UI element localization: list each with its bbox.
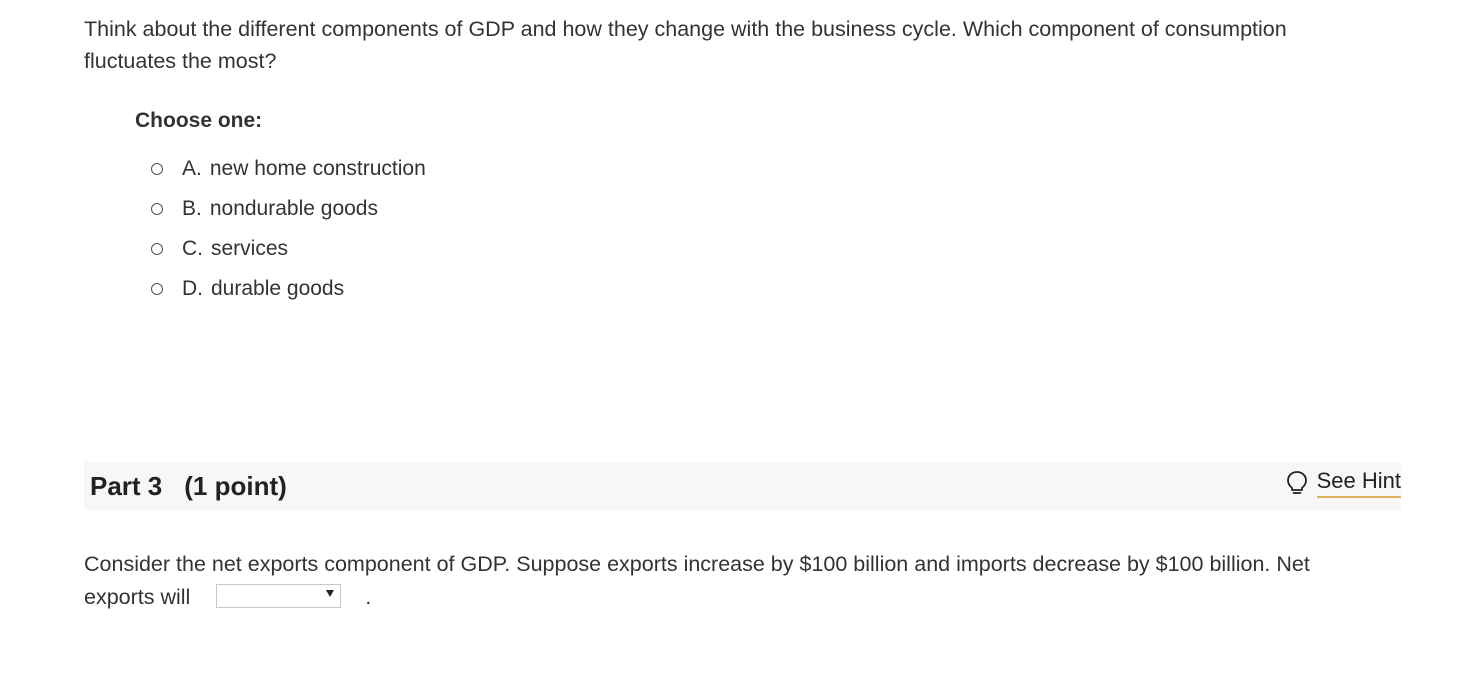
sentence-period: . xyxy=(365,585,372,609)
part-points: (1 point) xyxy=(184,471,287,501)
lightbulb-icon xyxy=(1286,471,1307,494)
option-letter: D. xyxy=(182,277,203,300)
option-letter: B. xyxy=(182,197,202,220)
option-label: nondurable goods xyxy=(209,197,378,220)
dropdown-arrow-icon xyxy=(326,590,335,598)
radio-button-a[interactable] xyxy=(151,163,163,175)
radio-button-c[interactable] xyxy=(151,243,163,255)
net-exports-dropdown[interactable] xyxy=(216,584,342,609)
net-exports-question: Consider the net exports component of GD… xyxy=(84,548,1384,614)
see-hint-label[interactable]: See Hint xyxy=(1316,468,1401,498)
answer-options: A. new home construction B. nondurable g… xyxy=(148,149,426,309)
part-number: Part 3 xyxy=(90,471,163,501)
option-label: new home construction xyxy=(209,157,426,180)
option-d[interactable]: D. durable goods xyxy=(148,269,426,309)
choose-one-label: Choose one: xyxy=(135,109,263,132)
see-hint-button[interactable]: See Hint xyxy=(1286,468,1401,498)
radio-button-b[interactable] xyxy=(151,203,163,215)
option-label: durable goods xyxy=(211,277,345,300)
part-title: Part 3 (1 point) xyxy=(90,471,287,502)
option-a[interactable]: A. new home construction xyxy=(148,149,426,189)
question-text: Think about the different components of … xyxy=(84,17,1287,73)
option-b[interactable]: B. nondurable goods xyxy=(148,189,426,229)
option-letter: A. xyxy=(182,157,202,180)
option-letter: C. xyxy=(182,237,203,260)
radio-button-d[interactable] xyxy=(151,283,163,295)
option-label: services xyxy=(211,237,289,260)
part-header: Part 3 (1 point) See Hint xyxy=(84,462,1401,510)
option-c[interactable]: C. services xyxy=(148,229,426,269)
